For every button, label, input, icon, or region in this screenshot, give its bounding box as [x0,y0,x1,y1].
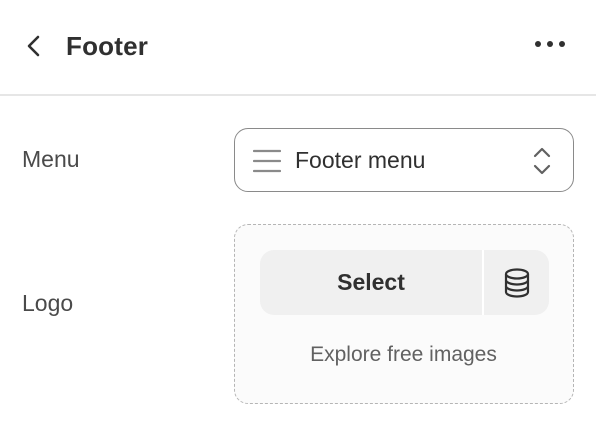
menu-select-value: Footer menu [295,147,426,173]
select-updown-icon [533,147,551,175]
page-title: Footer [66,31,149,61]
explore-free-images-link[interactable]: Explore free images [235,343,572,367]
ellipsis-horizontal-icon [535,41,565,47]
logo-dropzone[interactable]: Select Explore free images [234,224,574,404]
select-image-button[interactable]: Select [260,250,482,315]
back-button[interactable] [14,26,54,66]
logo-label: Logo [22,290,74,316]
logo-button-group: Select [260,250,549,315]
database-icon [504,267,529,298]
menu-select[interactable]: Footer menu [234,128,574,192]
image-library-button[interactable] [484,250,549,315]
menu-label: Menu [22,146,80,172]
menu-lines-icon [253,149,281,173]
chevron-left-icon [27,35,40,57]
more-actions-button[interactable] [528,26,572,62]
header-bar: Footer [0,0,596,96]
